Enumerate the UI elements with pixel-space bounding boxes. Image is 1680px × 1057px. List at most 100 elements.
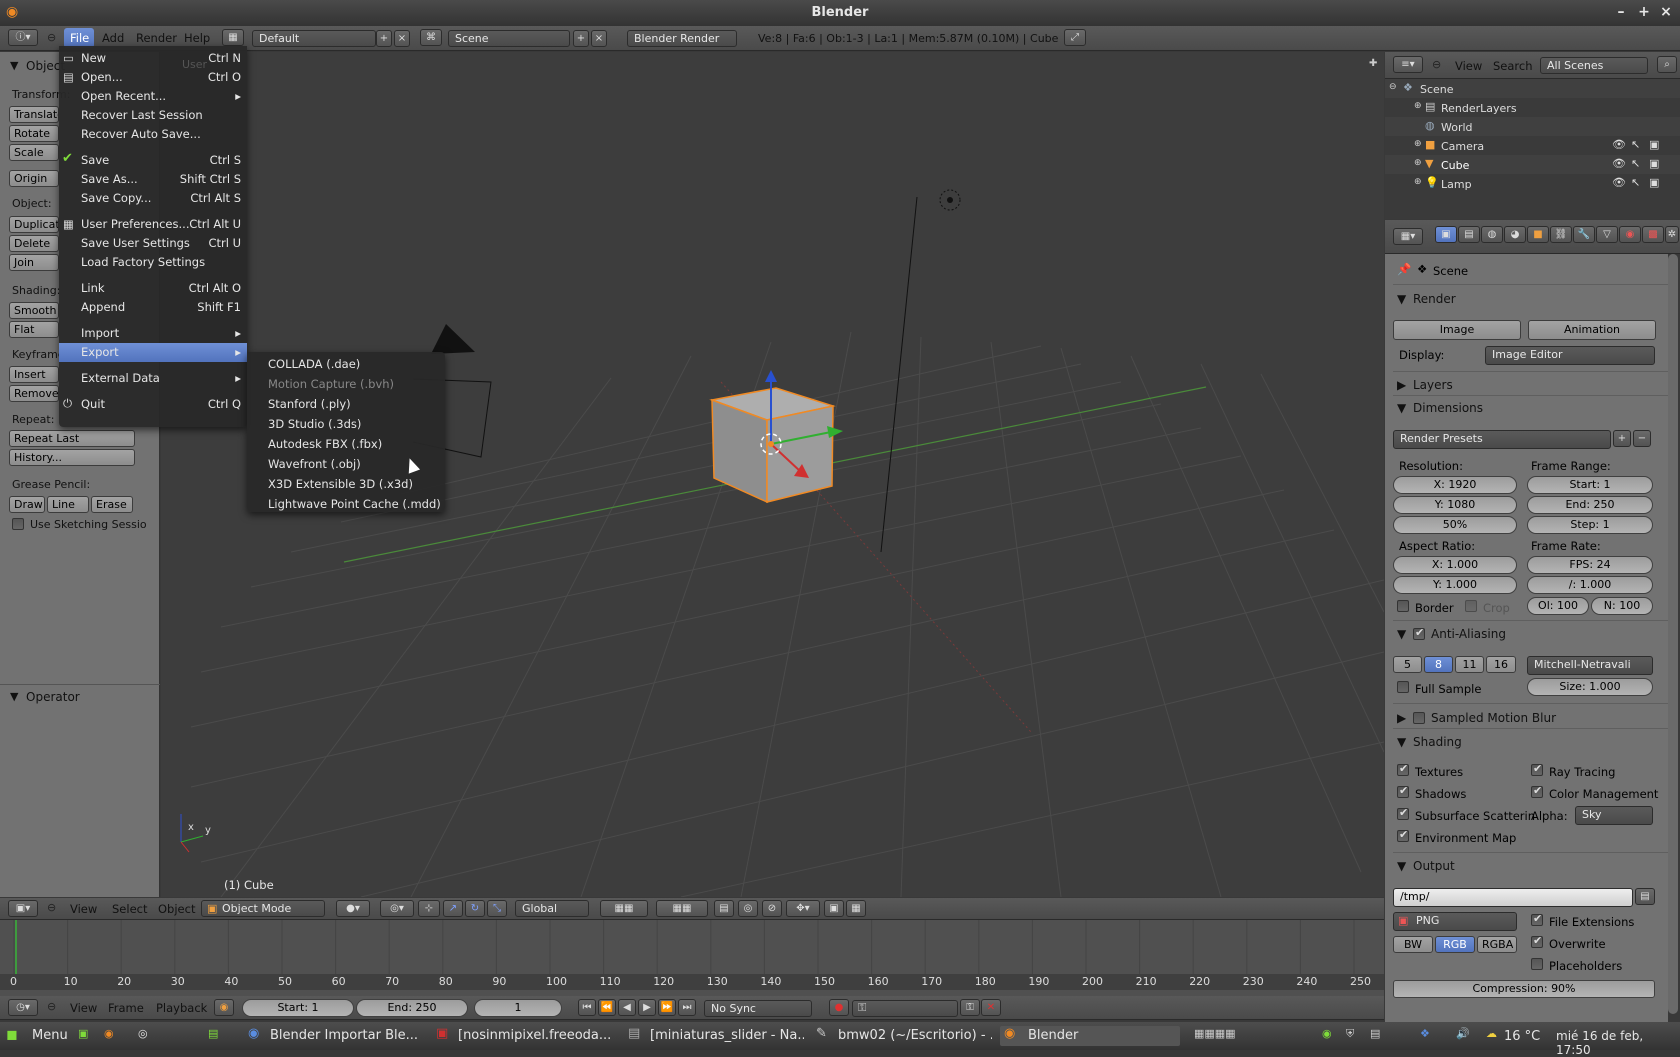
render-anim-icon[interactable]: ▦ (846, 900, 866, 917)
task-nautilus[interactable]: ▤ [miniaturas_slider - Na... (628, 1026, 804, 1046)
add-preset-icon[interactable]: + (1613, 430, 1631, 447)
menu-user-prefs[interactable]: ▦ User Preferences... Ctrl Alt U (59, 215, 247, 234)
close-icon[interactable]: × (1658, 4, 1674, 20)
panel-collapse-icon[interactable]: ▼ (10, 59, 18, 72)
remove-scene-icon[interactable]: × (591, 30, 607, 47)
resolution-x-field[interactable]: X: 1920 (1393, 476, 1517, 494)
mint-menu-icon[interactable]: ◼ (6, 1027, 18, 1043)
outliner-row-scene[interactable]: ⊖ ❖ Scene (1385, 79, 1680, 98)
keying-set-field[interactable] (852, 1000, 958, 1017)
smooth-button[interactable]: Smooth (9, 302, 59, 319)
aspect-x-field[interactable]: X: 1.000 (1393, 556, 1517, 574)
frame-end-field[interactable]: End: 250 (1527, 496, 1653, 514)
render-tab-icon[interactable]: ▣ (1435, 226, 1457, 243)
flat-button[interactable]: Flat (9, 321, 59, 338)
filter-size-field[interactable]: Size: 1.000 (1527, 678, 1653, 696)
menu-external-data[interactable]: External Data ▸ (59, 369, 247, 388)
operator-collapse-icon[interactable]: ▼ (10, 690, 18, 703)
minimize-icon[interactable]: – (1613, 4, 1629, 20)
lock-layers-icon[interactable]: ▤ (714, 900, 734, 917)
expand-icon[interactable]: ⊕ (1414, 177, 1422, 187)
rgba-button[interactable]: RGBA (1477, 936, 1517, 953)
snap-element-icon[interactable]: ✥▾ (786, 900, 820, 917)
material-tab-icon[interactable]: ◉ (1619, 226, 1641, 243)
render-image-button[interactable]: Image (1393, 320, 1521, 340)
manipulator-icon[interactable]: ⊹ (418, 900, 440, 917)
camera-object[interactable] (431, 324, 475, 354)
menu-save[interactable]: ✔ Save Ctrl S (59, 151, 247, 170)
aa-enable-checkbox[interactable] (1413, 626, 1425, 640)
physics-tab-icon[interactable]: ✲ (1665, 226, 1679, 243)
menu-render[interactable]: Render (136, 31, 177, 45)
editor-type-timeline-icon[interactable]: ◷▾ (8, 999, 38, 1016)
viewport-shading-icon[interactable]: ●▾ (336, 900, 370, 917)
aa-toggle-icon[interactable]: ▼ (1397, 627, 1406, 641)
task-filezilla[interactable]: ▣ [nosinmipixel.freeoda.... (436, 1026, 612, 1046)
menu-save-copy[interactable]: Save Copy... Ctrl Alt S (59, 189, 247, 208)
display-select[interactable]: Image Editor (1485, 346, 1655, 365)
menu-append[interactable]: Append Shift F1 (59, 298, 247, 317)
scene-field[interactable]: Scene (448, 30, 570, 47)
menu-quit[interactable]: ⏻ Quit Ctrl Q (59, 395, 247, 414)
outliner-row-lamp[interactable]: ⊕ 💡 Lamp 👁 ↖ ▣ (1385, 174, 1680, 193)
rotate-button[interactable]: Rotate (9, 125, 59, 142)
resolution-y-field[interactable]: Y: 1080 (1393, 496, 1517, 514)
layers-toggle-icon[interactable]: ▶ (1397, 378, 1406, 392)
alpha-select[interactable]: Sky (1575, 806, 1653, 825)
rgb-button[interactable]: RGB (1435, 936, 1475, 953)
play-icon[interactable]: ▶ (638, 999, 656, 1016)
render-layers-tab-icon[interactable]: ▤ (1458, 226, 1480, 243)
screen-layout-icon[interactable]: ▦ (222, 29, 244, 46)
outliner-row-camera[interactable]: ⊕ ■ Camera 👁 ↖ ▣ (1385, 136, 1680, 155)
line-button[interactable]: Line (47, 496, 89, 513)
aa-16-button[interactable]: 16 (1486, 656, 1516, 673)
menu-outliner-view[interactable]: View (1455, 59, 1482, 73)
renderable-camera-icon[interactable]: ▣ (1649, 138, 1659, 151)
outliner-row-renderlayers[interactable]: ⊕ ▤ RenderLayers (1385, 98, 1680, 117)
aa-8-button[interactable]: 8 (1424, 656, 1453, 673)
history-button[interactable]: History... (9, 449, 135, 466)
chrome-launcher-icon[interactable]: ◎ (138, 1027, 148, 1040)
shadows-checkbox[interactable] (1397, 784, 1409, 798)
expand-icon[interactable]: ⊖ (1389, 82, 1397, 92)
menu-new[interactable]: ▭ New Ctrl N (59, 49, 247, 68)
menu-select[interactable]: Select (112, 902, 147, 916)
color-management-checkbox[interactable] (1531, 784, 1543, 798)
scale-button[interactable]: Scale (9, 144, 59, 161)
menu-view[interactable]: View (70, 902, 97, 916)
clock-text[interactable]: mié 16 de feb, 17:50 (1556, 1029, 1680, 1057)
editor-launcher-icon[interactable]: ▤ (208, 1027, 218, 1040)
menu-recover-last[interactable]: Recover Last Session (59, 106, 247, 125)
resolution-percent-field[interactable]: 50% (1393, 516, 1517, 534)
menu-load-factory[interactable]: Load Factory Settings (59, 253, 247, 272)
selectable-cursor-icon[interactable]: ↖ (1631, 157, 1640, 170)
menu-playback[interactable]: Playback (156, 1001, 207, 1015)
aspect-y-field[interactable]: Y: 1.000 (1393, 576, 1517, 594)
renderable-camera-icon[interactable]: ▣ (1649, 157, 1659, 170)
aa-5-button[interactable]: 5 (1393, 656, 1422, 673)
overwrite-checkbox[interactable] (1531, 934, 1543, 948)
timeline[interactable]: 0 10 20 30 40 50 60 70 80 90 100 110 120 130 140 150 160… (0, 920, 1384, 999)
export-mdd[interactable]: Lightwave Point Cache (.mdd) (247, 495, 445, 514)
play-reverse-icon[interactable]: ◀ (618, 999, 636, 1016)
collapse-icon[interactable]: ⊖ (47, 31, 56, 44)
constraints-tab-icon[interactable]: ⛓ (1550, 226, 1572, 243)
compression-slider[interactable]: Compression: 90% (1393, 980, 1655, 998)
menu-link[interactable]: Link Ctrl Alt O (59, 279, 247, 298)
menu-timeline-view[interactable]: View (70, 1001, 97, 1015)
menu-recover-auto[interactable]: Recover Auto Save... (59, 125, 247, 144)
textures-checkbox[interactable] (1397, 762, 1409, 776)
prev-keyframe-icon[interactable]: ⏪ (598, 999, 616, 1016)
network-tray-icon[interactable]: ▤ (1370, 1027, 1380, 1040)
outliner-row-world[interactable]: ◍ World (1385, 117, 1680, 136)
use-sketching-checkbox[interactable] (12, 518, 24, 530)
rotate-manipulator-icon[interactable]: ↻ (465, 900, 485, 917)
layers-grid-icon[interactable]: ▦▦ (600, 900, 648, 917)
pivot-icon[interactable]: ◎▾ (380, 900, 414, 917)
preview-range-icon[interactable]: ◉ (214, 999, 234, 1016)
remove-keyframe-button[interactable]: Remove (9, 385, 59, 402)
jump-start-icon[interactable]: ⏮ (578, 999, 596, 1016)
export-collada[interactable]: COLLADA (.dae) (247, 355, 445, 374)
fullscreen-icon[interactable]: ⤢ (1064, 29, 1086, 46)
file-extensions-checkbox[interactable] (1531, 912, 1543, 926)
